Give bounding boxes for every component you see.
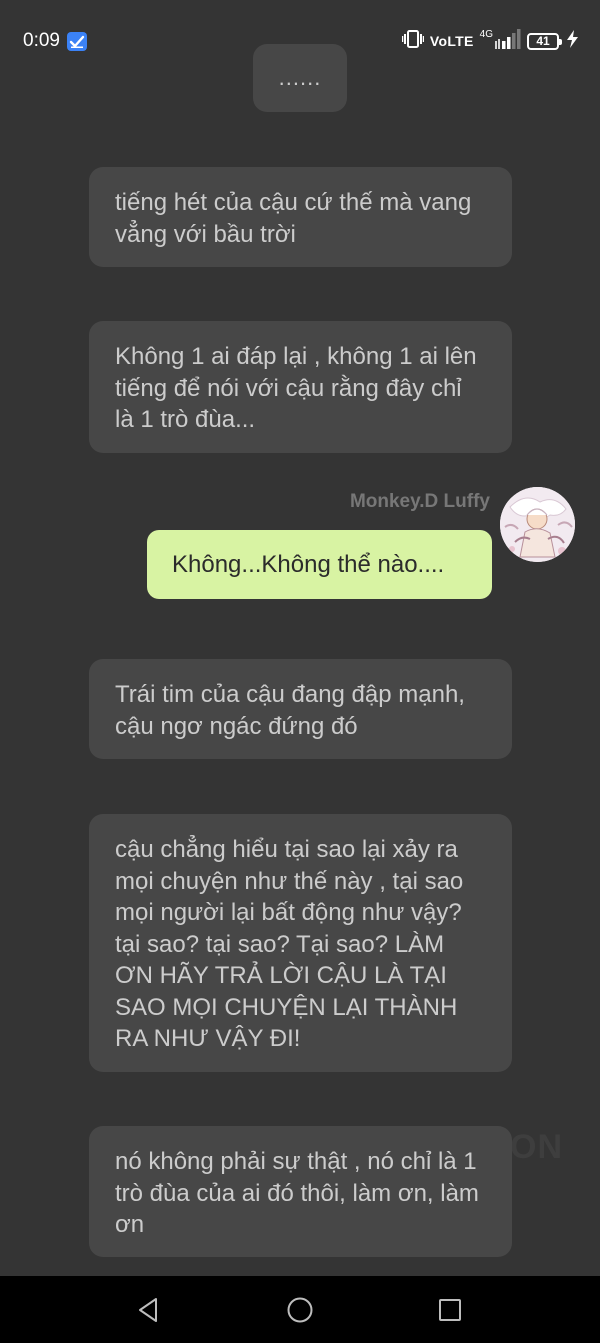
charging-icon xyxy=(567,29,578,53)
message-bubble: nó không phải sự thật , nó chỉ là 1 trò … xyxy=(89,1126,512,1257)
volte-label: VoLTE xyxy=(429,33,474,49)
home-icon[interactable] xyxy=(284,1294,316,1326)
message-bubble: tiếng hét của cậu cứ thế mà vang vẳng vớ… xyxy=(89,167,512,267)
watermark: ON xyxy=(510,1128,563,1166)
check-badge-icon xyxy=(67,32,87,51)
signal-icon xyxy=(495,28,521,54)
avatar[interactable] xyxy=(500,487,575,562)
battery-indicator: 41 xyxy=(527,32,562,50)
recent-apps-icon[interactable] xyxy=(434,1294,466,1326)
sender-name: Monkey.D Luffy xyxy=(349,491,490,512)
vibrate-icon xyxy=(401,29,425,54)
message-bubble: Trái tim của cậu đang đập mạnh, cậu ngơ … xyxy=(89,659,512,759)
status-icons: VoLTE 4G 41 xyxy=(401,28,578,54)
navigation-bar xyxy=(0,1276,600,1343)
message-bubble-ellipsis: ...... xyxy=(253,44,347,112)
message-bubble: Không 1 ai đáp lại , không 1 ai lên tiến… xyxy=(89,321,512,453)
network-type-label: 4G xyxy=(479,28,493,40)
message-bubble: cậu chẳng hiểu tại sao lại xảy ra mọi ch… xyxy=(89,814,512,1072)
status-time: 0:09 xyxy=(23,30,60,51)
user-message-bubble: Không...Không thể nào.... xyxy=(147,530,492,599)
back-icon[interactable] xyxy=(134,1294,166,1326)
